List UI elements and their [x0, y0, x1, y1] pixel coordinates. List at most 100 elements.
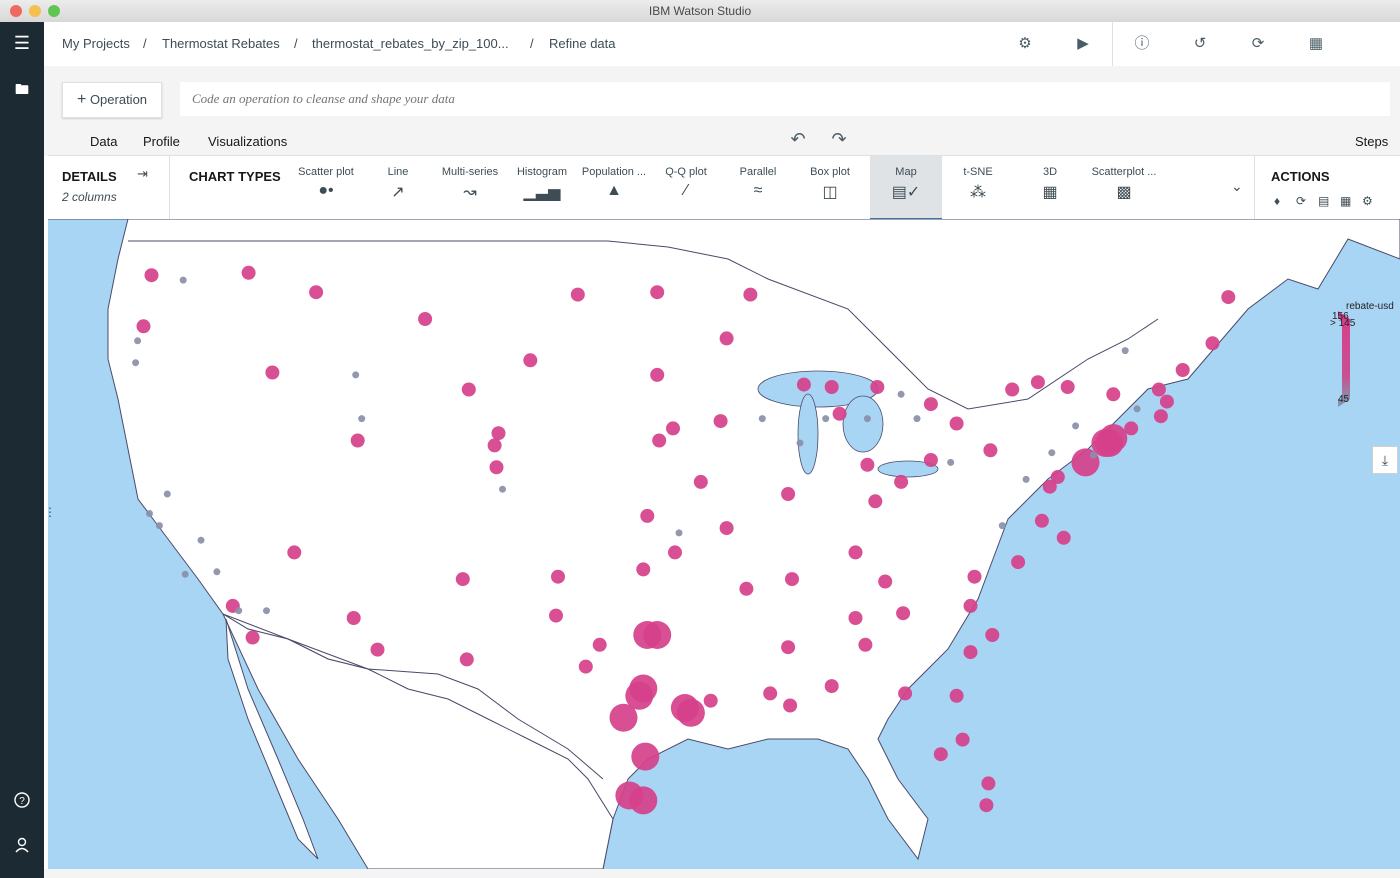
map-point[interactable]	[181, 570, 189, 578]
map-point[interactable]	[858, 637, 873, 652]
map-point[interactable]	[743, 287, 758, 302]
map-point[interactable]	[675, 529, 683, 537]
map-point[interactable]	[1072, 422, 1080, 430]
map-point[interactable]	[913, 415, 921, 423]
add-operation-button[interactable]: + Operation	[62, 82, 162, 118]
export-icon[interactable]: ▤	[1318, 194, 1329, 208]
steps-link[interactable]: Steps	[1355, 134, 1388, 149]
minimize-window-icon[interactable]	[29, 5, 41, 17]
map-point[interactable]	[455, 572, 470, 587]
breadcrumb-my-projects[interactable]: My Projects	[62, 36, 130, 51]
map-point[interactable]	[592, 637, 607, 652]
chart-type-3d[interactable]: 3D ▦	[1014, 156, 1086, 220]
grid-icon[interactable]: ▦	[1305, 33, 1327, 55]
map-point[interactable]	[832, 406, 847, 421]
map-point[interactable]	[878, 574, 893, 589]
map-point[interactable]	[949, 688, 964, 703]
map-point[interactable]	[983, 443, 998, 458]
chart-type-histogram[interactable]: Histogram ▁▃▅	[506, 156, 578, 220]
map-point[interactable]	[265, 365, 280, 380]
map-point[interactable]	[350, 433, 365, 448]
map-point[interactable]	[822, 415, 830, 423]
map-point[interactable]	[949, 416, 964, 431]
map-point[interactable]	[739, 581, 754, 596]
refresh-icon[interactable]: ⟳	[1247, 33, 1269, 55]
map-point[interactable]	[870, 380, 885, 394]
map-point[interactable]	[179, 276, 187, 284]
map-point[interactable]	[1090, 451, 1097, 459]
map-point[interactable]	[631, 742, 660, 771]
map-point[interactable]	[781, 487, 796, 501]
close-window-icon[interactable]	[10, 5, 22, 17]
map-point[interactable]	[785, 572, 799, 587]
chart-type-parallel[interactable]: Parallel ≈	[722, 156, 794, 220]
user-profile-icon[interactable]	[12, 837, 32, 857]
breadcrumb-asset[interactable]: thermostat_rebates_by_zip_100...	[312, 36, 509, 51]
map-point[interactable]	[144, 268, 159, 283]
breadcrumb-project[interactable]: Thermostat Rebates	[162, 36, 280, 51]
map-point[interactable]	[1034, 513, 1049, 528]
map-point[interactable]	[923, 397, 938, 412]
chart-type-box-plot[interactable]: Box plot ◫	[794, 156, 866, 220]
map-point[interactable]	[146, 510, 153, 517]
map-point[interactable]	[894, 474, 909, 489]
chevron-down-icon[interactable]: ⌄	[1231, 178, 1243, 195]
map-point[interactable]	[418, 312, 433, 326]
map-point[interactable]	[896, 606, 911, 621]
help-icon[interactable]: ?	[12, 792, 32, 812]
map-point[interactable]	[489, 460, 504, 475]
settings-icon[interactable]: ⚙	[1014, 33, 1036, 55]
map-point[interactable]	[824, 679, 839, 694]
map-point[interactable]	[897, 390, 905, 398]
chart-type-tsne[interactable]: t-SNE ⁂	[942, 156, 1014, 220]
tab-visualizations[interactable]: Visualizations	[196, 134, 298, 157]
map-point[interactable]	[676, 698, 705, 727]
undo-icon[interactable]: ↶	[787, 128, 809, 150]
map-point[interactable]	[459, 652, 474, 667]
map-point[interactable]	[1011, 555, 1026, 570]
map-point[interactable]	[609, 703, 638, 732]
tab-data[interactable]: Data	[90, 134, 117, 149]
map-point[interactable]	[666, 421, 680, 436]
chart-type-scatterplot-matrix[interactable]: Scatterplot ... ▩	[1088, 156, 1160, 220]
panel-resize-handle[interactable]: ⋮	[44, 505, 56, 519]
map-point[interactable]	[1205, 336, 1220, 351]
run-icon[interactable]: ▶	[1072, 33, 1094, 55]
map-point[interactable]	[1022, 475, 1030, 483]
map-point[interactable]	[461, 382, 476, 397]
map-point[interactable]	[848, 545, 863, 560]
chart-settings-icon[interactable]: ⚙	[1362, 194, 1373, 208]
map-point[interactable]	[1106, 387, 1121, 402]
collapse-details-icon[interactable]: ⇥	[137, 166, 148, 182]
download-button[interactable]: ⤓	[1372, 446, 1398, 474]
map-point[interactable]	[213, 568, 221, 576]
map-point[interactable]	[523, 353, 538, 368]
map-point[interactable]	[1121, 347, 1129, 355]
map-point[interactable]	[963, 598, 978, 613]
map-point[interactable]	[863, 415, 871, 423]
tag-icon[interactable]: ♦	[1274, 194, 1280, 208]
chart-type-map[interactable]: Map ▤✓	[870, 156, 942, 220]
map-point[interactable]	[1050, 470, 1065, 484]
map-point[interactable]	[1060, 380, 1075, 394]
chart-type-qq-plot[interactable]: Q-Q plot ∕	[650, 156, 722, 220]
tab-profile[interactable]: Profile	[143, 134, 180, 149]
map-point[interactable]	[1124, 421, 1139, 436]
map-point[interactable]	[781, 640, 796, 655]
map-point[interactable]	[197, 536, 205, 544]
chart-type-line[interactable]: Line ↗	[362, 156, 434, 220]
map-point[interactable]	[650, 285, 665, 300]
map-point[interactable]	[134, 337, 142, 345]
map-point[interactable]	[1153, 409, 1168, 424]
map-point[interactable]	[933, 747, 948, 762]
image-icon[interactable]: ▦	[1340, 194, 1351, 208]
map-point[interactable]	[155, 522, 163, 530]
map-point[interactable]	[358, 415, 366, 423]
map-point[interactable]	[629, 674, 658, 703]
map-point[interactable]	[549, 608, 563, 623]
map-point[interactable]	[652, 433, 667, 448]
map-point[interactable]	[947, 458, 955, 466]
map-point[interactable]	[1221, 290, 1236, 305]
map-point[interactable]	[235, 607, 243, 615]
map-point[interactable]	[703, 693, 718, 708]
